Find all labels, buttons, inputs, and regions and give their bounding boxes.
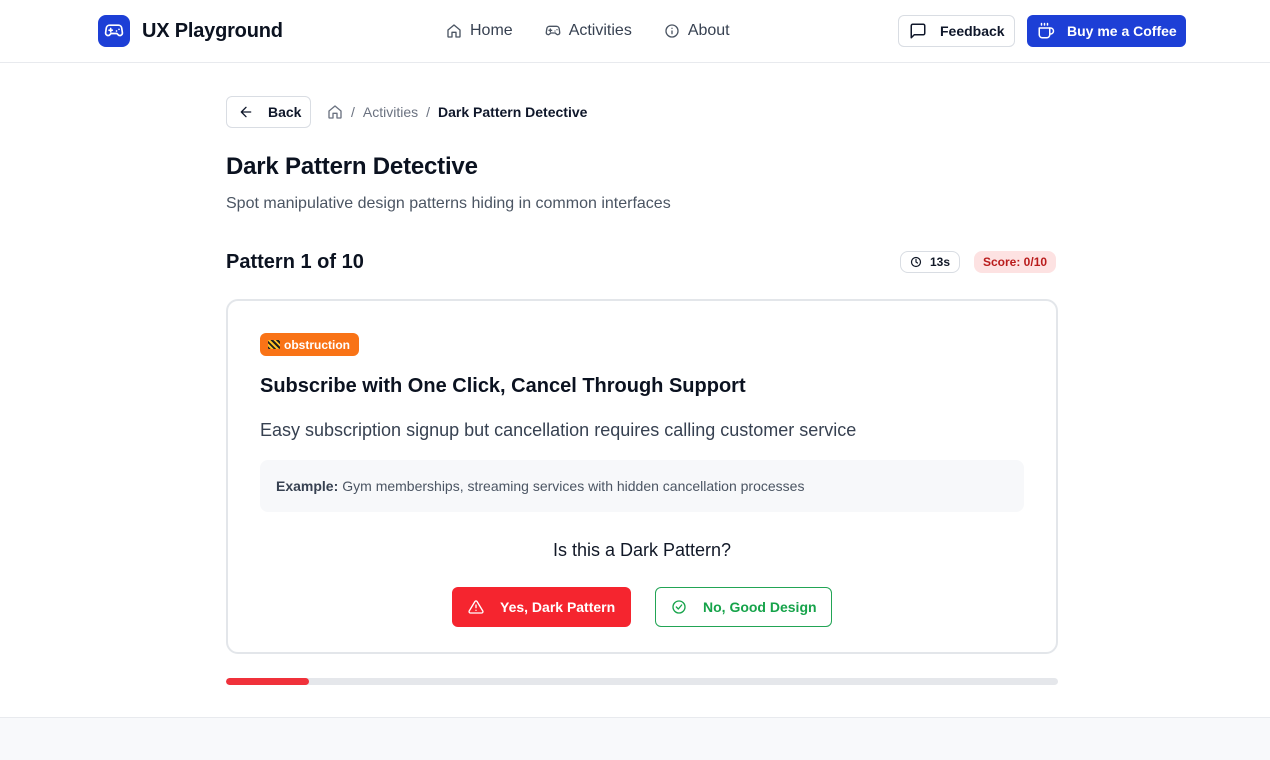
nav-item-label: Home: [470, 22, 513, 39]
breadcrumb-current: Dark Pattern Detective: [438, 104, 588, 120]
pattern-category-badge: obstruction: [260, 333, 359, 356]
no-good-design-button[interactable]: No, Good Design: [655, 587, 832, 627]
question-text: Is this a Dark Pattern?: [552, 540, 732, 560]
example-label: Example:: [276, 478, 339, 494]
arrow-left-icon: [238, 104, 254, 120]
gamepad-icon: [545, 23, 561, 39]
breadcrumb-home-icon[interactable]: [327, 104, 343, 120]
back-label: Back: [268, 104, 302, 120]
nav-item-about[interactable]: About: [664, 22, 730, 40]
nav-item-label: Activities: [568, 22, 632, 39]
progress-bar: [226, 678, 1058, 685]
nav-item-home[interactable]: Home: [446, 22, 513, 40]
example-box: Example: Gym memberships, streaming serv…: [260, 460, 1024, 512]
alert-triangle-icon: [468, 599, 484, 615]
progress-bar-fill: [226, 678, 310, 685]
yes-dark-pattern-button[interactable]: Yes, Dark Pattern: [452, 587, 631, 627]
brand[interactable]: UX Playground: [98, 15, 283, 47]
timer-badge: 13s: [900, 251, 961, 273]
pattern-card: obstruction Subscribe with One Click, Ca…: [226, 299, 1058, 654]
yes-label: Yes, Dark Pattern: [500, 599, 616, 615]
home-icon: [446, 23, 462, 39]
coffee-icon: [1037, 22, 1055, 40]
buy-coffee-button[interactable]: Buy me a Coffee: [1027, 15, 1186, 47]
breadcrumb: / Activities / Dark Pattern Detective: [327, 103, 587, 121]
page-subtitle: Spot manipulative design patterns hiding…: [226, 195, 671, 212]
coffee-label: Buy me a Coffee: [1067, 23, 1177, 39]
page-title: Dark Pattern Detective: [226, 153, 478, 180]
main-nav: Home Activities About: [446, 0, 762, 62]
barrier-icon: [268, 340, 280, 349]
no-label: No, Good Design: [703, 599, 817, 615]
breadcrumb-activities[interactable]: Activities: [363, 104, 418, 120]
message-square-icon: [909, 22, 927, 40]
breadcrumb-separator: /: [426, 104, 431, 120]
brand-name: UX Playground: [142, 19, 283, 42]
feedback-button[interactable]: Feedback: [898, 15, 1015, 47]
check-circle-icon: [671, 599, 687, 615]
pattern-progress-label: Pattern 1 of 10: [226, 251, 364, 273]
footer: [0, 717, 1270, 760]
score-value: Score: 0/10: [983, 255, 1048, 269]
nav-item-activities[interactable]: Activities: [545, 22, 632, 40]
clock-icon: [910, 256, 922, 268]
info-icon: [664, 23, 680, 39]
gamepad-logo-icon: [98, 15, 130, 47]
pattern-category-label: obstruction: [284, 337, 350, 352]
breadcrumb-separator: /: [351, 104, 355, 120]
pattern-description: Easy subscription signup but cancellatio…: [260, 420, 857, 440]
top-header: UX Playground Home Activities About Feed…: [0, 0, 1270, 63]
feedback-label: Feedback: [940, 23, 1005, 39]
pattern-title: Subscribe with One Click, Cancel Through…: [260, 375, 746, 397]
score-badge: Score: 0/10: [974, 251, 1057, 273]
example-text: Gym memberships, streaming services with…: [342, 478, 805, 494]
back-button[interactable]: Back: [226, 96, 311, 128]
timer-value: 13s: [930, 255, 951, 269]
nav-item-label: About: [687, 22, 730, 39]
